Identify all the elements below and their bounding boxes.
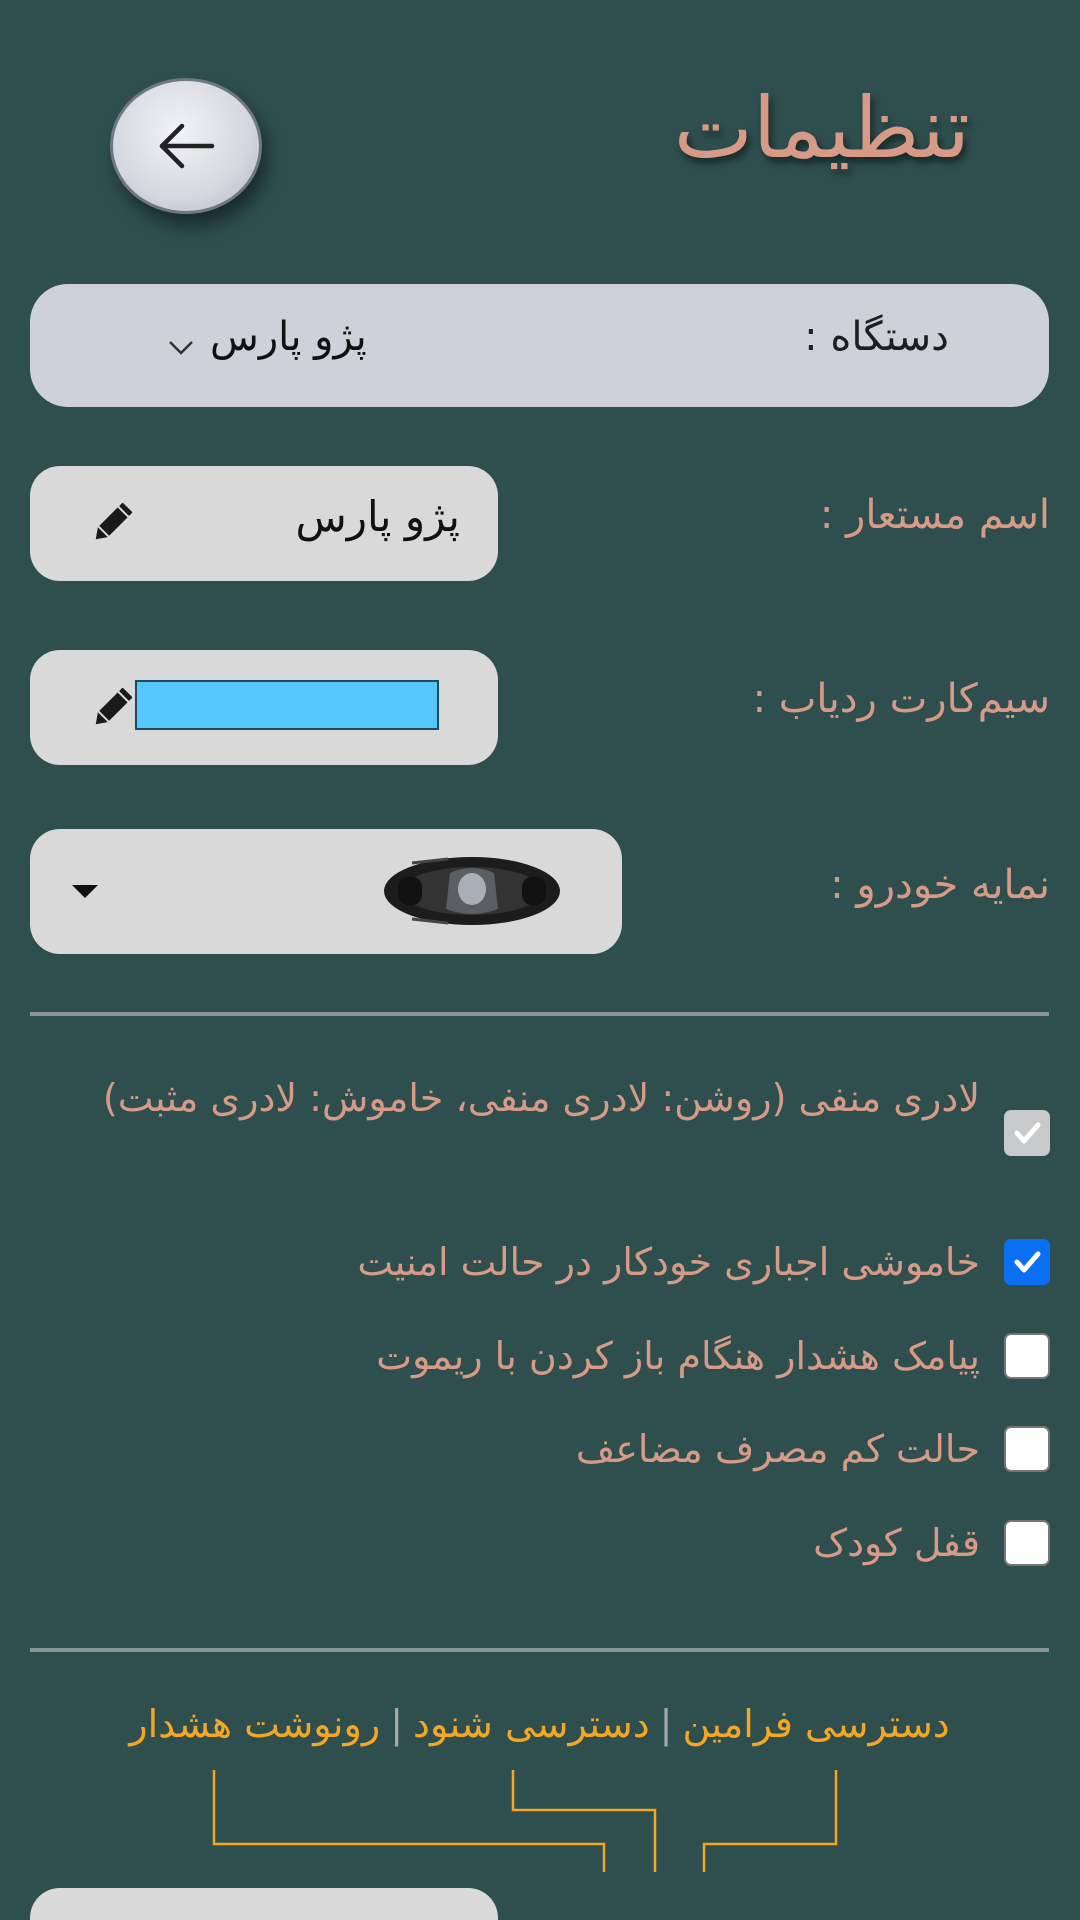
settings-screen: تنظیمات دستگاه : پژو پارس اسم مستعار : پ… xyxy=(0,0,1080,1920)
check-icon xyxy=(1014,1251,1041,1273)
divider xyxy=(30,1648,1049,1652)
option-low-power[interactable]: حالت کم مصرف مضاعف xyxy=(576,1413,1050,1485)
car-icon-selector[interactable] xyxy=(30,829,622,954)
pencil-icon[interactable] xyxy=(88,499,136,547)
option-child-lock[interactable]: قفل کودک xyxy=(813,1507,1050,1579)
bottom-panel[interactable] xyxy=(30,1888,498,1920)
option-label: لادری منفی (روشن: لادری منفی، خاموش: لاد… xyxy=(102,1076,980,1120)
page-title: تنظیمات xyxy=(673,79,970,177)
sim-field[interactable] xyxy=(30,650,498,765)
checkbox[interactable] xyxy=(1004,1426,1050,1472)
alarm-copy-link[interactable]: رونوشت هشدار xyxy=(129,1702,380,1746)
checkbox[interactable] xyxy=(1004,1239,1050,1285)
checkbox[interactable] xyxy=(1004,1520,1050,1566)
chevron-down-icon xyxy=(169,341,193,355)
option-remote-sms[interactable]: پیامک هشدار هنگام باز کردن با ریموت xyxy=(376,1320,1050,1392)
commands-access-link[interactable]: دسترسی فرامین xyxy=(682,1702,949,1746)
back-button[interactable] xyxy=(110,78,262,214)
divider xyxy=(30,1012,1049,1016)
checkbox[interactable] xyxy=(1004,1333,1050,1379)
option-label: پیامک هشدار هنگام باز کردن با ریموت xyxy=(376,1334,980,1378)
option-label: حالت کم مصرف مضاعف xyxy=(575,1427,980,1471)
link-connector-lines xyxy=(212,1770,838,1872)
option-negative-door[interactable]: لادری منفی (روشن: لادری منفی، خاموش: لاد… xyxy=(70,1062,1050,1156)
car-icon-label: نمایه خودرو : xyxy=(830,862,1050,908)
device-selector[interactable]: دستگاه : پژو پارس xyxy=(30,284,1049,407)
alias-value: پژو پارس xyxy=(295,492,460,541)
link-separator: | xyxy=(390,1702,404,1746)
option-label: قفل کودک xyxy=(813,1521,980,1565)
option-forced-shutdown[interactable]: خاموشی اجباری خودکار در حالت امنیت xyxy=(357,1226,1050,1298)
sim-label: سیم‌کارت ردیاب : xyxy=(752,676,1050,722)
device-selected-value: پژو پارس xyxy=(210,314,367,360)
caret-down-icon xyxy=(72,885,98,898)
device-label: دستگاه : xyxy=(804,314,949,360)
car-image xyxy=(384,857,560,925)
alias-label: اسم مستعار : xyxy=(819,492,1050,538)
arrow-left-icon xyxy=(159,123,215,169)
listen-access-link[interactable]: دسترسی شنود xyxy=(413,1702,650,1746)
alias-field[interactable]: پژو پارس xyxy=(30,466,498,581)
checkbox[interactable] xyxy=(1004,1110,1050,1156)
access-links: دسترسی فرامین|دسترسی شنود|رونوشت هشدار xyxy=(30,1702,1049,1746)
check-icon xyxy=(1014,1122,1041,1144)
sim-number-input[interactable] xyxy=(135,680,439,730)
pencil-icon[interactable] xyxy=(88,684,136,732)
option-label: خاموشی اجباری خودکار در حالت امنیت xyxy=(357,1240,980,1284)
link-separator: | xyxy=(659,1702,673,1746)
